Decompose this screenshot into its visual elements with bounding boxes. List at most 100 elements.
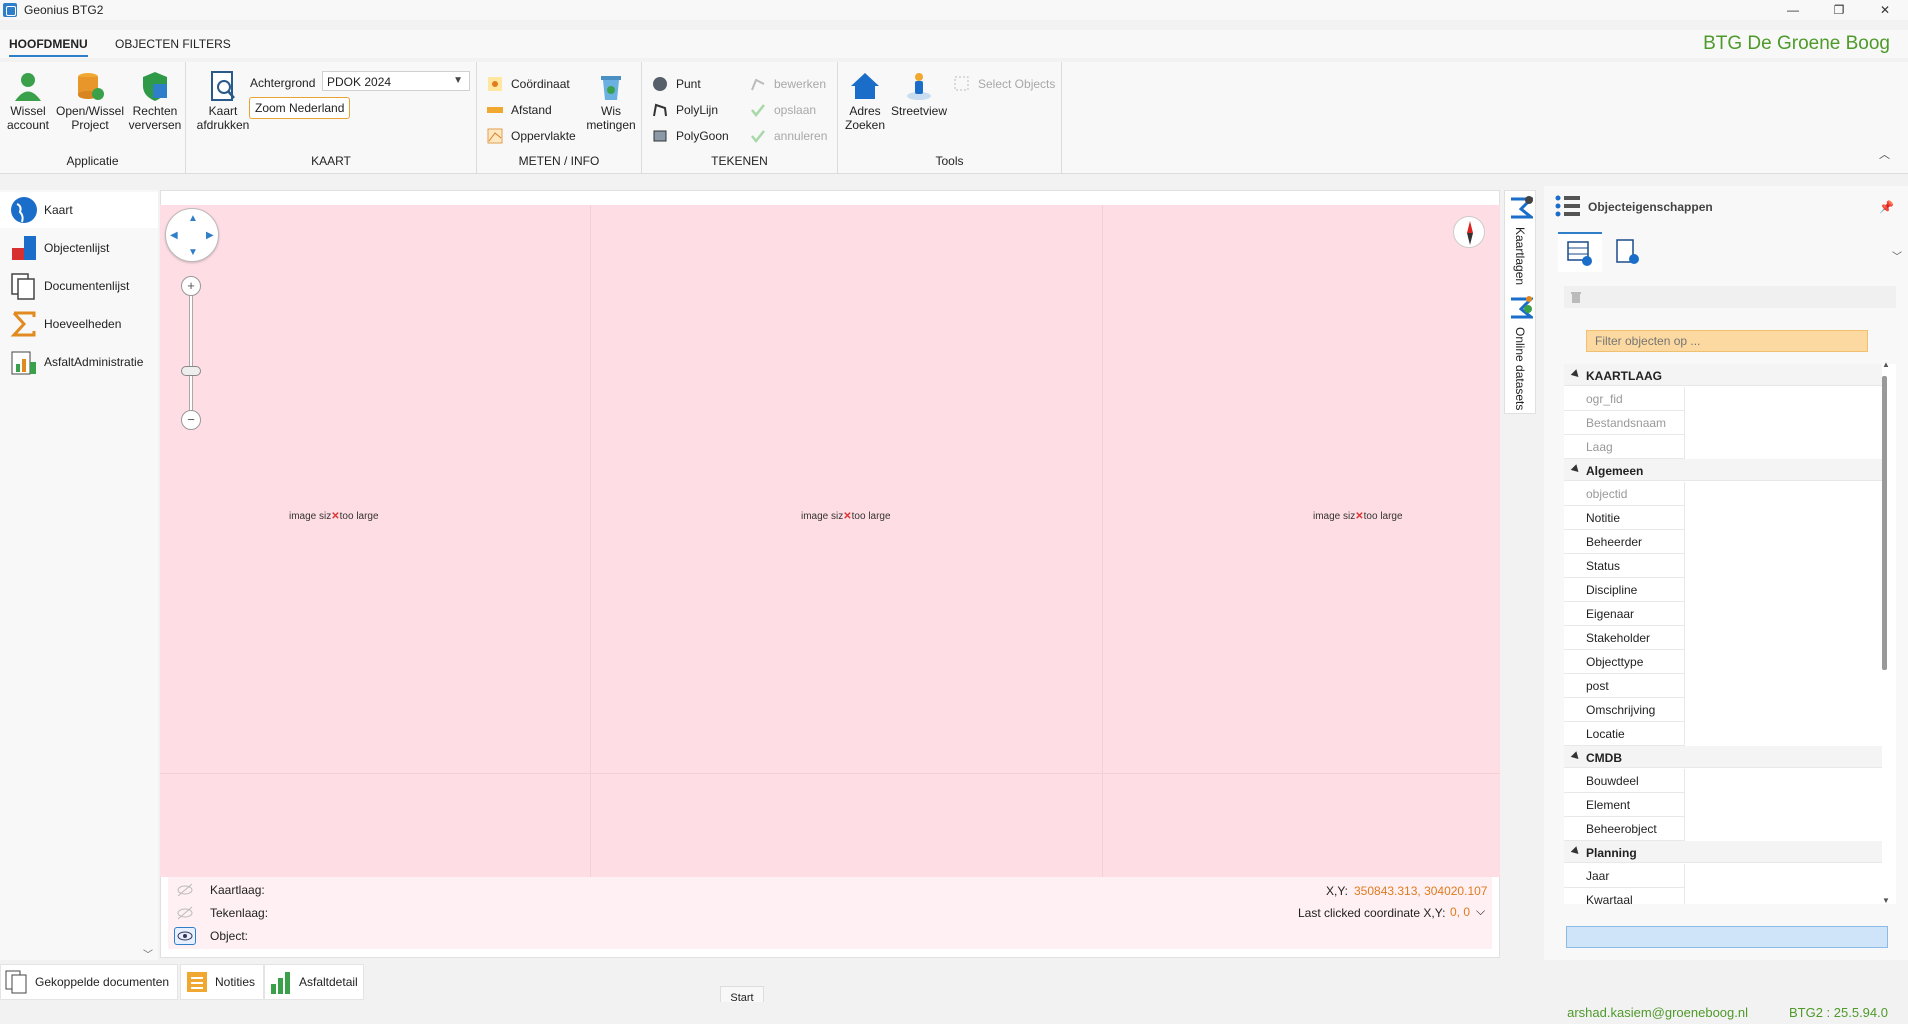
pan-up-icon[interactable]: ▲ — [188, 213, 198, 224]
property-category[interactable]: KAARTLAAG — [1564, 364, 1882, 386]
property-row[interactable]: Beheerder — [1564, 530, 1882, 554]
wis-metingen-button[interactable]: Wis metingen — [583, 70, 639, 132]
property-row[interactable]: Element — [1564, 793, 1882, 817]
property-row[interactable]: Jaar — [1564, 864, 1882, 888]
close-icon[interactable]: ✕ — [1862, 0, 1908, 20]
property-category[interactable]: CMDB — [1564, 746, 1882, 768]
minimize-icon[interactable]: — — [1770, 0, 1816, 20]
property-value[interactable] — [1684, 864, 1882, 888]
punt-button[interactable]: Punt — [652, 75, 701, 93]
delete-icon[interactable] — [1570, 290, 1582, 307]
bewerken-button[interactable]: bewerken — [750, 75, 826, 93]
opslaan-button[interactable]: opslaan — [750, 101, 816, 119]
scroll-thumb[interactable] — [1882, 376, 1887, 670]
property-value[interactable] — [1684, 482, 1882, 506]
nav-item-documentenlijst[interactable]: Documentenlijst — [0, 268, 158, 304]
annuleren-button[interactable]: annuleren — [750, 127, 827, 145]
property-row[interactable]: Kwartaal — [1564, 888, 1882, 904]
property-row[interactable]: Beheerobject — [1564, 817, 1882, 841]
layer-hidden-icon[interactable] — [174, 904, 196, 922]
filter-objects-input[interactable] — [1586, 330, 1868, 352]
eye-icon[interactable] — [174, 927, 196, 945]
property-value[interactable] — [1684, 626, 1882, 650]
property-value[interactable] — [1684, 578, 1882, 602]
property-row[interactable]: ogr_fid — [1564, 387, 1882, 411]
property-row[interactable]: Objecttype — [1564, 650, 1882, 674]
property-row[interactable]: objectid — [1564, 482, 1882, 506]
collapse-triangle-icon[interactable] — [1570, 464, 1582, 475]
pan-control[interactable]: ▲ ▼ ◀ ▶ — [165, 208, 219, 262]
property-row[interactable]: Status — [1564, 554, 1882, 578]
property-value[interactable] — [1684, 793, 1882, 817]
property-row[interactable]: Bestandsnaam — [1564, 411, 1882, 435]
tab-notities[interactable]: Notities — [180, 964, 264, 1000]
open-wissel-project-button[interactable]: Open/Wissel Project — [54, 70, 126, 132]
chevron-down-icon[interactable]: ⌵ — [1476, 904, 1485, 919]
property-row[interactable]: Eigenaar — [1564, 602, 1882, 626]
pan-left-icon[interactable]: ◀ — [170, 230, 178, 241]
scroll-down-icon[interactable]: ▼ — [1882, 896, 1890, 905]
property-value[interactable] — [1684, 411, 1882, 435]
property-category[interactable]: Algemeen — [1564, 459, 1882, 481]
property-row[interactable]: Notitie — [1564, 506, 1882, 530]
property-row[interactable]: Omschrijving — [1564, 698, 1882, 722]
zoom-out-icon[interactable]: − — [181, 410, 201, 430]
adres-zoeken-button[interactable]: Adres Zoeken — [842, 70, 888, 132]
property-value[interactable] — [1684, 650, 1882, 674]
property-value[interactable] — [1684, 435, 1882, 459]
wissel-account-button[interactable]: Wissel account — [6, 70, 50, 132]
zoom-in-icon[interactable]: + — [181, 276, 201, 296]
collapse-triangle-icon[interactable] — [1570, 369, 1582, 380]
ribbon-collapse-icon[interactable]: ︿ — [1879, 146, 1890, 162]
rechten-verversen-button[interactable]: Rechten verversen — [128, 70, 182, 132]
compass-icon[interactable] — [1453, 216, 1485, 248]
collapse-triangle-icon[interactable] — [1570, 846, 1582, 857]
property-row[interactable]: Discipline — [1564, 578, 1882, 602]
property-row[interactable]: Stakeholder — [1564, 626, 1882, 650]
tab-object-settings[interactable] — [1606, 232, 1650, 272]
nav-item-objectenlijst[interactable]: Objectenlijst — [0, 230, 158, 266]
property-value[interactable] — [1684, 888, 1882, 904]
coordinaat-button[interactable]: Coördinaat — [487, 75, 570, 93]
property-value[interactable] — [1684, 769, 1882, 793]
kaart-afdrukken-button[interactable]: Kaart afdrukken — [197, 70, 249, 132]
polylijn-button[interactable]: PolyLijn — [652, 101, 718, 119]
chevron-down-icon[interactable]: ﹀ — [1892, 248, 1902, 263]
pan-down-icon[interactable]: ▼ — [188, 247, 198, 258]
nav-item-kaart[interactable]: Kaart — [0, 192, 158, 228]
property-value[interactable] — [1684, 554, 1882, 578]
restore-icon[interactable]: ❐ — [1816, 0, 1862, 20]
property-row[interactable]: Laag — [1564, 435, 1882, 459]
layer-hidden-icon[interactable] — [174, 881, 196, 899]
collapse-triangle-icon[interactable] — [1570, 751, 1582, 762]
map-canvas[interactable]: image siz✕too large image siz✕too large … — [160, 205, 1500, 877]
property-value[interactable] — [1684, 387, 1882, 411]
polygoon-button[interactable]: PolyGoon — [652, 127, 729, 145]
property-value[interactable] — [1684, 506, 1882, 530]
property-value[interactable] — [1684, 674, 1882, 698]
nav-item-asfaltadministratie[interactable]: AsfaltAdministratie — [0, 344, 158, 380]
tab-online-datasets[interactable]: Online datasets — [1513, 327, 1527, 410]
zoom-slider-track[interactable] — [189, 286, 193, 416]
scroll-up-icon[interactable]: ▲ — [1882, 360, 1890, 369]
oppervlakte-button[interactable]: Oppervlakte — [487, 127, 576, 145]
property-value[interactable] — [1684, 722, 1882, 746]
tab-gekoppelde-documenten[interactable]: Gekoppelde documenten — [0, 964, 178, 1000]
afstand-button[interactable]: Afstand — [487, 101, 552, 119]
tab-properties[interactable] — [1558, 232, 1602, 272]
property-value[interactable] — [1684, 817, 1882, 841]
zoom-slider-thumb[interactable] — [181, 366, 201, 376]
pin-icon[interactable]: 📌 — [1879, 200, 1894, 214]
property-value[interactable] — [1684, 602, 1882, 626]
property-row[interactable]: post — [1564, 674, 1882, 698]
property-row[interactable]: Locatie — [1564, 722, 1882, 746]
property-category[interactable]: Planning — [1564, 841, 1882, 863]
zoom-nederland-button[interactable]: Zoom Nederland — [249, 97, 351, 119]
property-value[interactable] — [1684, 530, 1882, 554]
nav-item-hoeveelheden[interactable]: Hoeveelheden — [0, 306, 158, 342]
tab-objecten-filters[interactable]: OBJECTEN FILTERS — [115, 37, 231, 51]
achtergrond-select[interactable]: PDOK 2024 ▼ — [322, 71, 470, 91]
pan-right-icon[interactable]: ▶ — [206, 230, 214, 241]
tab-kaartlagen[interactable]: Kaartlagen — [1513, 227, 1527, 285]
select-objects-button[interactable]: Select Objects — [954, 75, 1055, 93]
